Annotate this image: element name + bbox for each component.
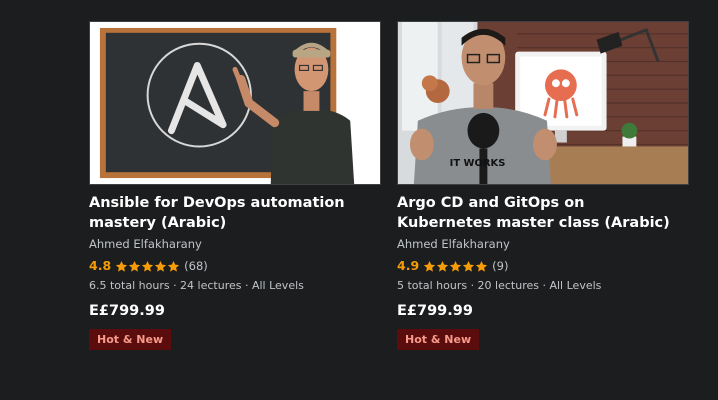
star-icon bbox=[437, 260, 449, 272]
argocd-thumbnail-image: IT WORKS bbox=[398, 22, 688, 184]
star-icon bbox=[168, 260, 180, 272]
star-icon bbox=[116, 260, 128, 272]
review-count: (9) bbox=[492, 259, 509, 273]
star-icon bbox=[129, 260, 141, 272]
course-price: E£799.99 bbox=[397, 303, 473, 319]
hot-new-badge: Hot & New bbox=[397, 329, 480, 350]
course-title[interactable]: Argo CD and GitOps on Kubernetes master … bbox=[397, 193, 682, 233]
ansible-thumbnail-image bbox=[90, 22, 380, 184]
rating-value: 4.9 bbox=[397, 258, 420, 273]
star-icon bbox=[424, 260, 436, 272]
rating-row: 4.8 (68) bbox=[89, 258, 381, 274]
rating-value: 4.8 bbox=[89, 258, 112, 273]
course-card-argocd[interactable]: IT WORKS Argo CD and GitOps on Kubernete… bbox=[397, 21, 689, 350]
hot-new-badge: Hot & New bbox=[89, 329, 172, 350]
star-icon bbox=[476, 260, 488, 272]
star-icon bbox=[155, 260, 167, 272]
star-icon bbox=[463, 260, 475, 272]
shirt-text: IT WORKS bbox=[450, 158, 506, 169]
review-count: (68) bbox=[184, 259, 208, 273]
course-price: E£799.99 bbox=[89, 303, 165, 319]
star-rating bbox=[423, 260, 488, 273]
rating-row: 4.9 (9) bbox=[397, 258, 689, 274]
course-grid: Ansible for DevOps automation mastery (A… bbox=[89, 21, 689, 350]
course-author: Ahmed Elfakharany bbox=[89, 237, 202, 251]
course-meta: 5 total hours · 20 lectures · All Levels bbox=[397, 279, 602, 292]
course-author: Ahmed Elfakharany bbox=[397, 237, 510, 251]
course-meta: 6.5 total hours · 24 lectures · All Leve… bbox=[89, 279, 304, 292]
star-icon bbox=[142, 260, 154, 272]
course-card-ansible[interactable]: Ansible for DevOps automation mastery (A… bbox=[89, 21, 381, 350]
course-thumbnail[interactable]: IT WORKS bbox=[397, 21, 689, 185]
course-thumbnail[interactable] bbox=[89, 21, 381, 185]
course-title[interactable]: Ansible for DevOps automation mastery (A… bbox=[89, 193, 374, 233]
star-rating bbox=[115, 260, 180, 273]
star-icon bbox=[450, 260, 462, 272]
